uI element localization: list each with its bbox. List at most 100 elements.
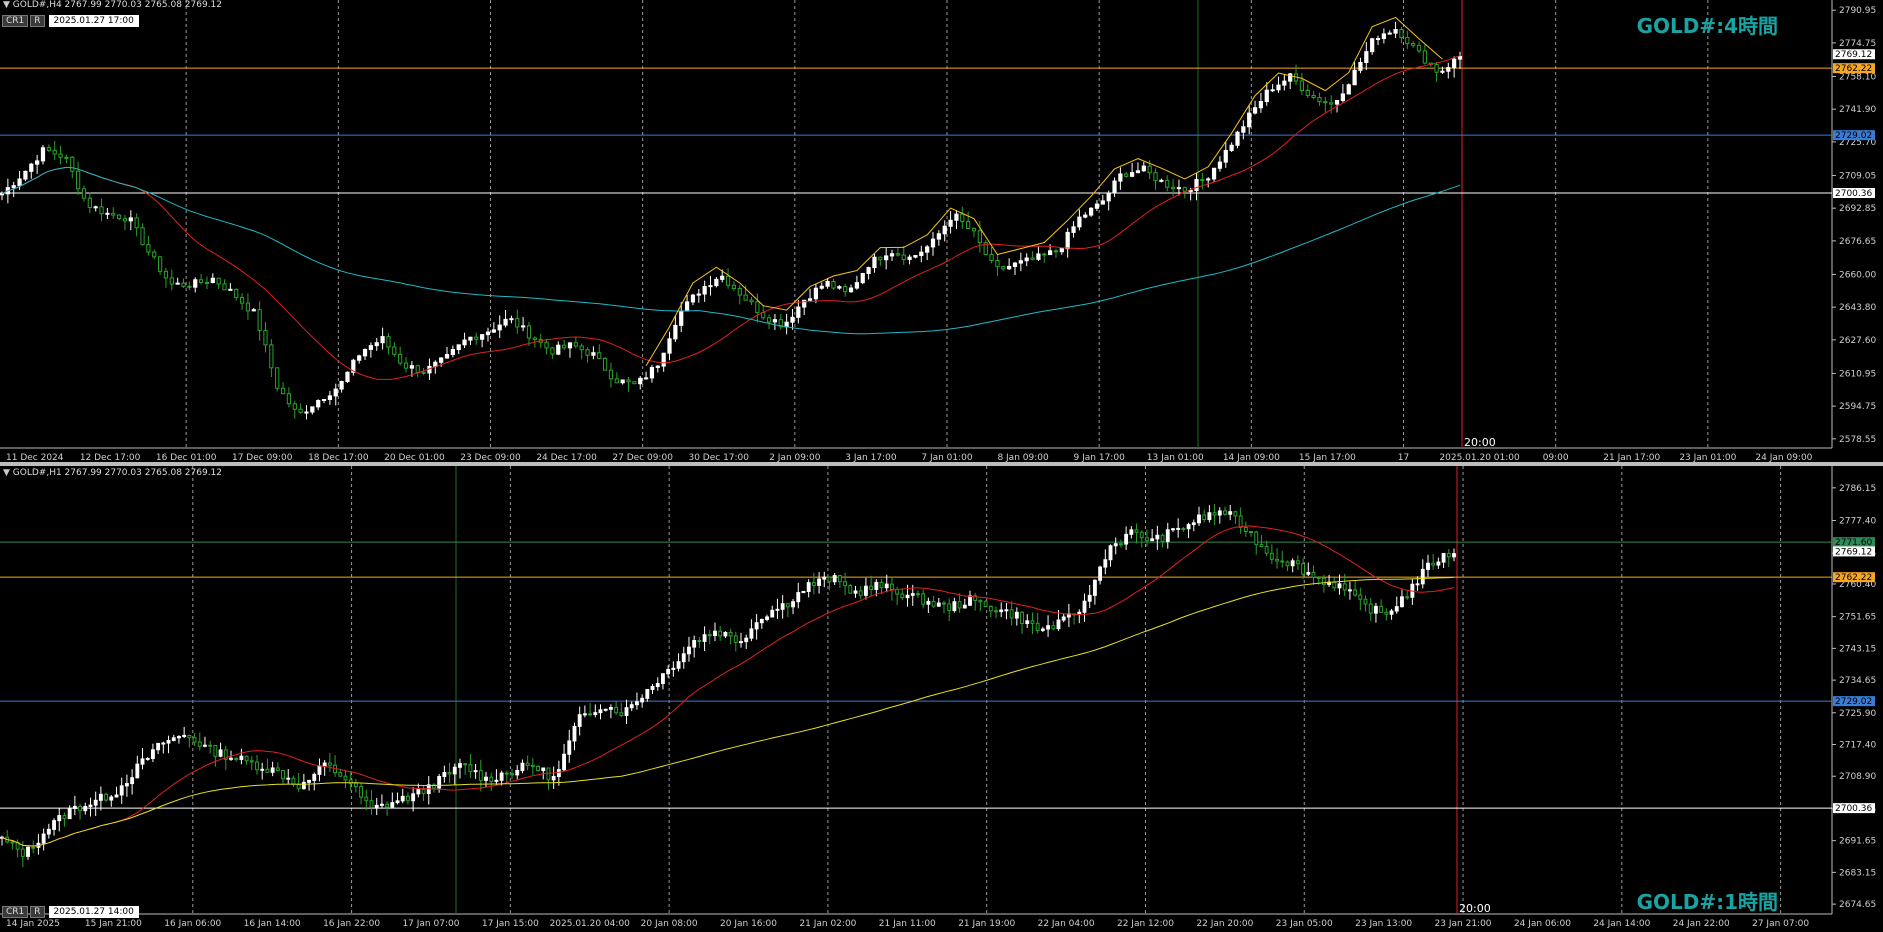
candle-body (135, 763, 140, 779)
candle-body (673, 324, 678, 340)
candle-body (666, 668, 671, 675)
cr1-button[interactable]: CR1 (2, 15, 29, 27)
candle-body (544, 341, 549, 349)
candle-body (1147, 165, 1152, 174)
candle-body (140, 758, 145, 765)
candle-body (1012, 262, 1018, 267)
h4-chart-pane[interactable]: 11 Dec 2024 12 Dec 17:00 16 Dec 01:00 17 De… (0, 0, 1883, 463)
candle-body (1249, 531, 1253, 534)
candle-body (1092, 579, 1097, 596)
candle-body (1113, 543, 1118, 547)
h4-chart-svg[interactable]: 11 Dec 2024 12 Dec 17:00 16 Dec 01:00 17 De… (0, 0, 1883, 463)
candle-body (591, 352, 596, 356)
r-button[interactable]: R (30, 906, 45, 918)
candle-body (509, 318, 514, 321)
price-axis-label: 2708.90 (1839, 772, 1876, 782)
x-axis-label: 21 Jan 17:00 (1603, 453, 1660, 462)
cr1-button[interactable]: CR1 (2, 906, 29, 918)
candle-body (733, 635, 738, 643)
candle-body (624, 707, 629, 716)
time-marker-label: 20:00 (1464, 436, 1496, 449)
candle-body (17, 178, 22, 187)
h1-chart-pane[interactable]: 14 Jan 2025 15 Jan 21:00 16 Jan 06:00 16 Ja… (0, 466, 1883, 929)
candle-body (1139, 531, 1144, 539)
candle-body (999, 609, 1004, 613)
candle-body (884, 255, 889, 261)
candle-body (562, 344, 567, 349)
candle-body (280, 387, 286, 395)
candle-body (1042, 253, 1047, 256)
candle-body (1056, 619, 1061, 630)
candle-body (1411, 43, 1416, 46)
candle-body (234, 288, 239, 299)
candle-body (532, 337, 537, 341)
candle-body (562, 753, 566, 771)
candle-body (863, 585, 868, 596)
candle-body (790, 316, 795, 323)
candle-body (995, 260, 1000, 268)
candle-body (1426, 562, 1430, 570)
candle-body (572, 725, 577, 742)
r-button[interactable]: R (30, 15, 45, 27)
candle-body (468, 764, 473, 773)
candle-body (398, 353, 403, 364)
candle-body (796, 306, 801, 318)
candle-body (150, 749, 155, 759)
candle-body (1087, 594, 1092, 602)
x-axis-label: 15 Jan 21:00 (85, 919, 142, 928)
candle-body (124, 783, 129, 787)
candle-body (286, 393, 292, 405)
candle-body (960, 213, 965, 223)
candle-body (1346, 84, 1351, 95)
candle-body (98, 793, 103, 801)
candle-body (265, 768, 270, 773)
candle-body (1394, 606, 1399, 612)
candle-body (942, 602, 946, 605)
candle-body (697, 640, 702, 643)
candle-body (629, 704, 634, 709)
candle-body (853, 590, 858, 594)
x-axis-label: 17 Dec 09:00 (232, 453, 293, 462)
candle-body (1040, 628, 1045, 631)
candle-body (1233, 511, 1238, 517)
candle-body (926, 600, 931, 605)
candle-body (1030, 620, 1035, 624)
candle-body (806, 582, 811, 592)
candle-body (10, 841, 15, 844)
candle-body (1176, 527, 1181, 530)
candle-body (244, 755, 249, 762)
collapse-triangle-icon[interactable]: ▼ (3, 0, 10, 10)
candle-body (620, 379, 625, 384)
candle-body (860, 273, 865, 284)
candle-body (1094, 203, 1100, 209)
candle-body (1165, 179, 1170, 188)
candle-body (1025, 620, 1030, 624)
candle-body (1440, 70, 1445, 73)
candle-body (1124, 173, 1129, 177)
candle-body (1340, 93, 1346, 101)
candle-body (614, 707, 619, 714)
price-axis-label: 2709.05 (1839, 171, 1876, 181)
candle-body (333, 388, 338, 397)
candle-body (936, 602, 941, 607)
candle-body (31, 846, 36, 849)
collapse-triangle-icon[interactable]: ▼ (3, 468, 10, 478)
candle-body (755, 301, 760, 314)
candle-body (442, 772, 447, 778)
candle-body (1202, 514, 1207, 521)
candle-body (1399, 29, 1404, 39)
candle-body (421, 371, 426, 374)
candle-body (1077, 611, 1082, 615)
candle-body (458, 763, 462, 768)
candle-body (968, 595, 972, 606)
candle-body (439, 357, 444, 363)
candle-body (638, 377, 643, 385)
time-marker-label: 20:00 (1459, 902, 1491, 915)
candle-body (1301, 563, 1306, 575)
candle-body (1217, 161, 1223, 169)
candle-body (415, 365, 420, 373)
candle-body (525, 762, 530, 766)
candle-body (416, 789, 421, 795)
h1-chart-svg[interactable]: 14 Jan 2025 15 Jan 21:00 16 Jan 06:00 16 Ja… (0, 466, 1883, 929)
candle-body (573, 342, 578, 347)
